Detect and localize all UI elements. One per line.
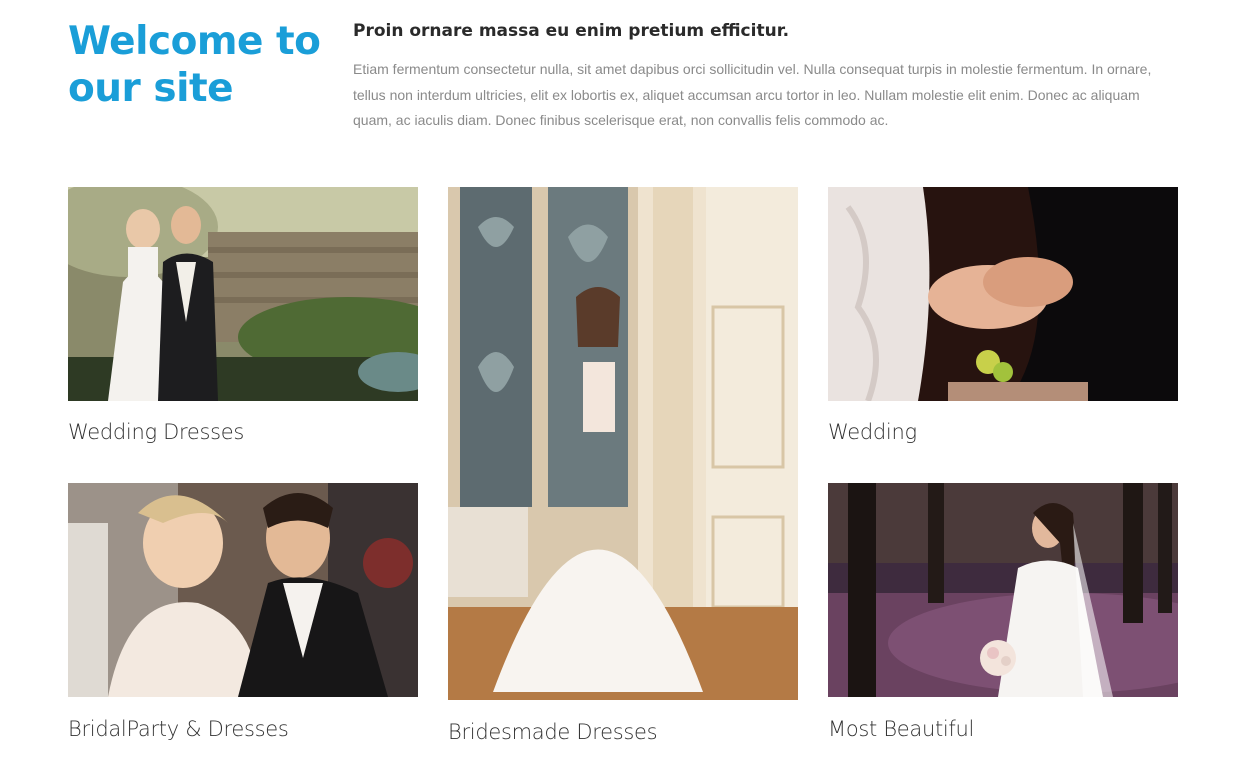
intro-paragraph: Etiam fermentum consectetur nulla, sit a… bbox=[353, 61, 1152, 128]
caption-wedding[interactable]: Wedding bbox=[828, 420, 917, 444]
caption-bridalparty-dresses[interactable]: BridalParty & Dresses bbox=[68, 717, 289, 741]
gallery-image-bridesmade-dresses[interactable] bbox=[448, 187, 798, 700]
intro-heading: Proin ornare massa eu enim pretium effic… bbox=[353, 21, 790, 41]
gallery-image-bridalparty-dresses[interactable] bbox=[68, 483, 418, 697]
gallery-image-wedding-dresses[interactable] bbox=[68, 187, 418, 401]
caption-wedding-dresses[interactable]: Wedding Dresses bbox=[68, 420, 244, 444]
caption-most-beautiful[interactable]: Most Beautiful bbox=[828, 717, 974, 741]
gallery-image-most-beautiful[interactable] bbox=[828, 483, 1178, 697]
welcome-title: Welcome to our site bbox=[68, 19, 321, 111]
caption-bridesmade-dresses[interactable]: Bridesmade Dresses bbox=[448, 720, 658, 744]
gallery-image-wedding[interactable] bbox=[828, 187, 1178, 401]
